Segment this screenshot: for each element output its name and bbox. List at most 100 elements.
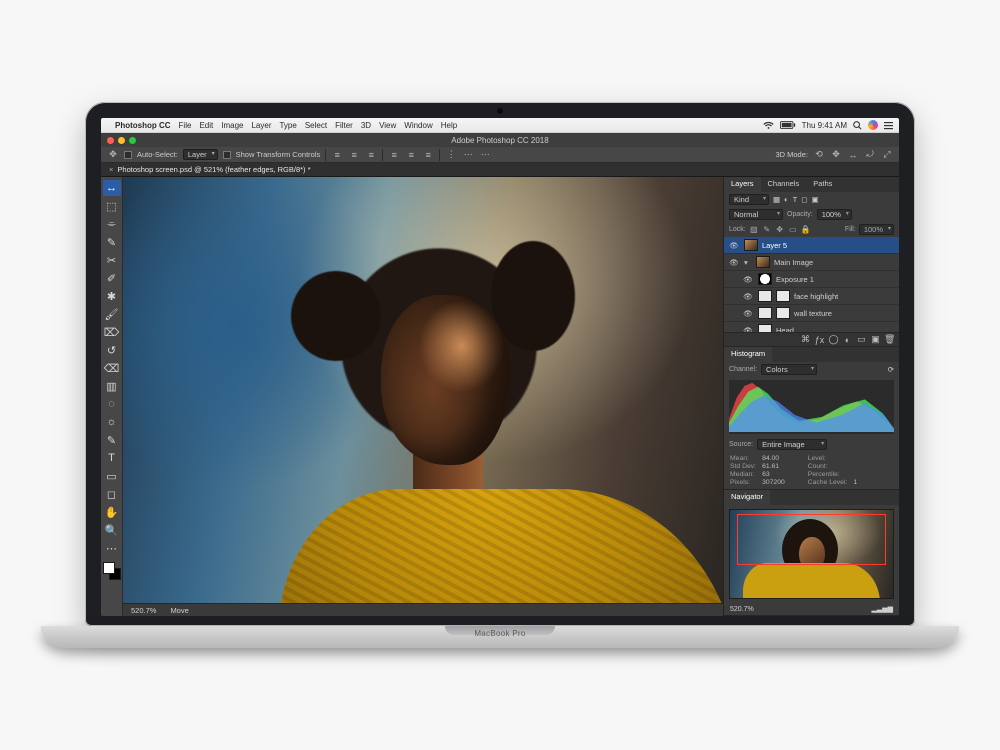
auto-select-kind[interactable]: Layer	[183, 149, 218, 160]
layer-mask-icon[interactable]: ◯	[828, 334, 839, 345]
layer-name[interactable]: Main Image	[774, 258, 895, 267]
clone-stamp-tool[interactable]: ⌦	[103, 324, 121, 340]
wifi-icon[interactable]	[763, 121, 774, 130]
layer-name[interactable]: Exposure 1	[776, 275, 895, 284]
menu-edit[interactable]: Edit	[199, 121, 213, 130]
menu-layer[interactable]: Layer	[251, 121, 271, 130]
blend-mode-select[interactable]: Normal	[729, 209, 783, 220]
tab-channels[interactable]: Channels	[761, 177, 807, 192]
menu-view[interactable]: View	[379, 121, 396, 130]
3d-orbit-icon[interactable]: ⟲	[813, 149, 825, 161]
pen-tool[interactable]: ✎	[103, 432, 121, 448]
lock-artboard-icon[interactable]: ▭	[788, 225, 798, 235]
delete-layer-icon[interactable]: 🗑	[884, 334, 895, 345]
navigator-slider[interactable]: ▂▃▅▆	[871, 605, 893, 613]
new-layer-icon[interactable]: ▣	[870, 334, 881, 345]
menu-3d[interactable]: 3D	[361, 121, 371, 130]
hand-tool[interactable]: ✋	[103, 504, 121, 520]
spotlight-icon[interactable]	[853, 121, 862, 130]
lock-transparency-icon[interactable]: ▨	[749, 225, 759, 235]
brush-tool[interactable]: 🖌	[103, 306, 121, 322]
layer-row[interactable]: 👁 ▾ Main Image	[724, 254, 899, 271]
layer-name[interactable]: Layer 5	[762, 241, 895, 250]
layer-thumb[interactable]	[744, 239, 758, 251]
filter-smart-icon[interactable]: ▣	[811, 195, 818, 204]
history-brush-tool[interactable]: ↺	[103, 342, 121, 358]
visibility-icon[interactable]: 👁	[728, 258, 740, 267]
status-zoom[interactable]: 520.7%	[131, 606, 156, 615]
3d-slide-icon[interactable]: ↔	[847, 149, 859, 161]
zoom-tool[interactable]: 🔍	[103, 522, 121, 538]
menu-type[interactable]: Type	[279, 121, 296, 130]
layers-list[interactable]: 👁Layer 5👁▾Main Image👁Exposure 1👁face hig…	[724, 237, 899, 332]
channel-select[interactable]: Colors	[761, 364, 817, 375]
eyedropper-tool[interactable]: ✐	[103, 270, 121, 286]
color-swatches[interactable]	[103, 562, 121, 580]
opacity-value[interactable]: 100%	[817, 209, 852, 220]
link-layers-icon[interactable]: ⌘	[800, 334, 811, 345]
layer-thumb[interactable]	[756, 256, 770, 268]
gradient-tool[interactable]: ▥	[103, 378, 121, 394]
navigator-thumb[interactable]	[729, 509, 894, 599]
align-top-icon[interactable]: ≡	[388, 149, 400, 161]
layer-row[interactable]: 👁 Layer 5	[724, 237, 899, 254]
navigator-zoom[interactable]: 520.7%	[730, 606, 754, 613]
app-menu[interactable]: Photoshop CC	[115, 121, 171, 130]
align-center-icon[interactable]: ≡	[348, 149, 360, 161]
clock[interactable]: Thu 9:41 AM	[802, 121, 847, 130]
layer-thumb[interactable]	[758, 273, 772, 285]
visibility-icon[interactable]: 👁	[728, 241, 740, 250]
healing-brush-tool[interactable]: ✱	[103, 288, 121, 304]
more-align-icon[interactable]: ⋯	[479, 149, 491, 161]
layer-mask-thumb[interactable]	[776, 290, 790, 302]
layer-style-icon[interactable]: ƒx	[814, 335, 825, 345]
align-vcenter-icon[interactable]: ≡	[405, 149, 417, 161]
filter-pixel-icon[interactable]: ▦	[773, 195, 780, 204]
navigator-viewport[interactable]	[737, 514, 887, 565]
auto-select-checkbox[interactable]	[124, 151, 132, 159]
battery-icon[interactable]	[780, 121, 796, 129]
distribute-v-icon[interactable]: ⋯	[462, 149, 474, 161]
layer-thumb[interactable]	[758, 307, 772, 319]
layer-row[interactable]: 👁Head	[724, 322, 899, 332]
visibility-icon[interactable]: 👁	[742, 309, 754, 318]
disclosure-icon[interactable]: ▾	[744, 258, 752, 267]
layer-name[interactable]: wall texture	[794, 309, 895, 318]
lasso-tool[interactable]: ⌯	[103, 216, 121, 232]
tab-navigator[interactable]: Navigator	[724, 490, 770, 505]
tab-layers[interactable]: Layers	[724, 177, 761, 192]
layer-row[interactable]: 👁Exposure 1	[724, 271, 899, 288]
eraser-tool[interactable]: ⌫	[103, 360, 121, 376]
menu-select[interactable]: Select	[305, 121, 327, 130]
layer-row[interactable]: 👁 wall texture	[724, 305, 899, 322]
tab-histogram[interactable]: Histogram	[724, 347, 772, 362]
blur-tool[interactable]: ◌	[103, 396, 121, 412]
layer-thumb[interactable]	[758, 290, 772, 302]
filter-shape-icon[interactable]: ◻	[801, 195, 807, 204]
source-select[interactable]: Entire Image	[757, 439, 827, 450]
siri-icon[interactable]	[868, 120, 878, 130]
layer-filter-kind[interactable]: Kind	[729, 194, 769, 205]
new-group-icon[interactable]: ▭	[856, 334, 867, 345]
path-select-tool[interactable]: ▭	[103, 468, 121, 484]
edit-toolbar[interactable]: ⋯	[103, 540, 121, 556]
notification-center-icon[interactable]	[884, 121, 893, 130]
tab-paths[interactable]: Paths	[806, 177, 839, 192]
3d-pan-icon[interactable]: ✥	[830, 149, 842, 161]
crop-tool[interactable]: ✂	[103, 252, 121, 268]
lock-pixels-icon[interactable]: ✎	[762, 225, 772, 235]
menu-image[interactable]: Image	[221, 121, 243, 130]
type-tool[interactable]: T	[103, 450, 121, 466]
dodge-tool[interactable]: ☼	[103, 414, 121, 430]
move-tool[interactable]: ↔	[103, 180, 121, 196]
refresh-histogram-icon[interactable]: ⟳	[888, 365, 894, 374]
menu-filter[interactable]: Filter	[335, 121, 353, 130]
document-tab[interactable]: × Photoshop screen.psd @ 521% (feather e…	[101, 163, 899, 177]
menu-file[interactable]: File	[179, 121, 192, 130]
distribute-h-icon[interactable]: ⋮	[445, 149, 457, 161]
layer-thumb[interactable]	[758, 324, 772, 332]
align-bottom-icon[interactable]: ≡	[422, 149, 434, 161]
canvas[interactable]	[123, 177, 723, 603]
3d-scale-icon[interactable]: ⤢	[881, 149, 893, 161]
marquee-tool[interactable]: ⬚	[103, 198, 121, 214]
